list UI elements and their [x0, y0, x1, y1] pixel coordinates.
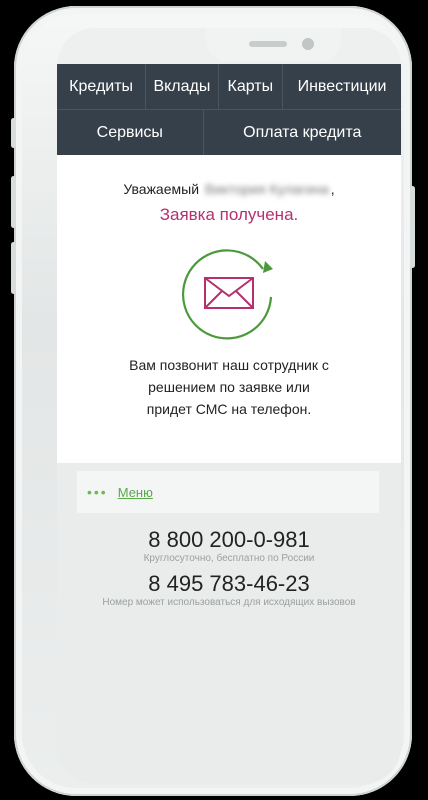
screen: Кредиты Вклады Карты Инвестиции Сервисы … [57, 28, 401, 784]
phone-number-moscow[interactable]: 8 495 783-46-23 [57, 571, 401, 597]
more-dots-icon: ••• [87, 484, 108, 500]
nav-row-1: Кредиты Вклады Карты Инвестиции [57, 64, 401, 110]
menu-link[interactable]: Меню [118, 485, 153, 500]
greeting-suffix: , [330, 181, 335, 197]
nav-item-loan-payment[interactable]: Оплата кредита [204, 110, 401, 155]
nav-item-services[interactable]: Сервисы [57, 110, 204, 155]
confirmation-message: Вам позвонит наш сотрудник с решением по… [57, 354, 401, 420]
status-message: Заявка получена. [159, 205, 299, 224]
power-button [410, 186, 415, 268]
nav-item-credits[interactable]: Кредиты [57, 64, 147, 109]
envelope-refresh-icon [182, 249, 273, 340]
phone-caption: Круглосуточно, бесплатно по России [143, 553, 315, 564]
notch [206, 28, 341, 62]
customer-name: Виктория Кулагина [204, 181, 329, 197]
message-line: решением по заявке или [148, 379, 310, 395]
speaker [249, 41, 287, 47]
camera [302, 38, 314, 50]
volume-up-button [11, 176, 16, 228]
message-line: Вам позвонит наш сотрудник с [129, 357, 329, 373]
greeting-prefix: Уважаемый [123, 181, 200, 197]
main-nav: Кредиты Вклады Карты Инвестиции Сервисы … [57, 64, 401, 155]
side-button [11, 118, 16, 148]
nav-item-investments[interactable]: Инвестиции [283, 64, 401, 109]
menu-toggle[interactable]: ••• Меню [77, 471, 379, 513]
nav-row-2: Сервисы Оплата кредита [57, 110, 401, 155]
phone-number-hotline[interactable]: 8 800 200-0-981 [57, 527, 401, 553]
phone-caption: Номер может использоваться для исходящих… [102, 597, 356, 608]
greeting: Уважаемый Виктория Кулагина, [57, 181, 401, 197]
nav-item-cards[interactable]: Карты [219, 64, 284, 109]
message-line: придет СМС на телефон. [146, 401, 312, 417]
confirmation-panel: Уважаемый Виктория Кулагина, Заявка полу… [57, 155, 401, 463]
phone-frame: Кредиты Вклады Карты Инвестиции Сервисы … [11, 6, 415, 796]
volume-down-button [11, 242, 16, 294]
footer: ••• Меню 8 800 200-0-981 Круглосуточно, … [57, 463, 401, 784]
nav-item-deposits[interactable]: Вклады [146, 64, 219, 109]
